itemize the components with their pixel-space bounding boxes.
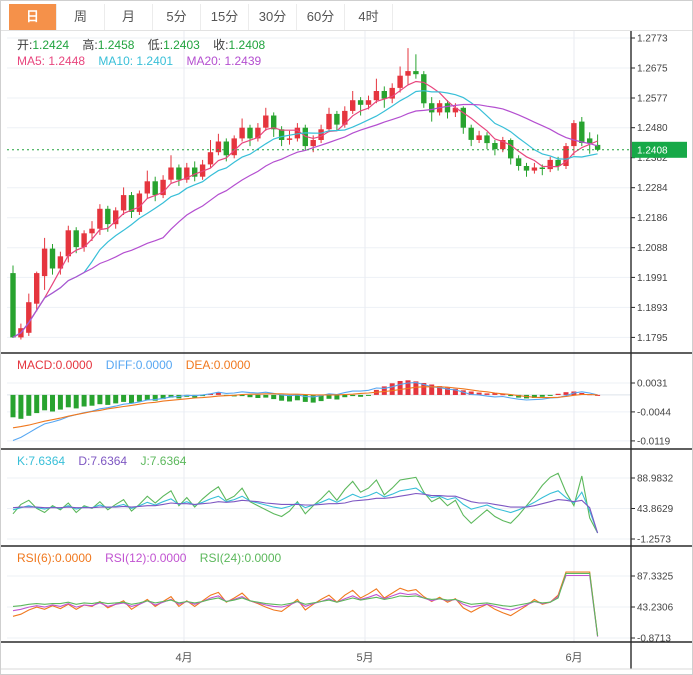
main-axis-ticks: 1.27731.26751.25771.24801.23821.22841.21… bbox=[631, 34, 668, 344]
tab-15min[interactable]: 15分 bbox=[201, 4, 249, 30]
tab-5min[interactable]: 5分 bbox=[153, 4, 201, 30]
main-ohlc-legend: 开:1.2424 高:1.2458 低:1.2403 收:1.2408 MA5:… bbox=[17, 37, 275, 69]
open-value: 1.2424 bbox=[32, 38, 70, 52]
ma-row: MA5: 1.2448 MA10: 1.2401 MA20: 1.2439 bbox=[17, 53, 275, 69]
svg-text:1.2577: 1.2577 bbox=[637, 94, 668, 105]
close-label: 收: bbox=[213, 38, 229, 52]
svg-text:5月: 5月 bbox=[356, 652, 373, 664]
tab-4hour[interactable]: 4时 bbox=[345, 4, 393, 30]
dea-readout: DEA:0.0000 bbox=[185, 358, 251, 372]
macd-legend: MACD:0.0000 DIFF:0.0000 DEA:0.0000 bbox=[17, 357, 260, 373]
low-value: 1.2403 bbox=[163, 38, 200, 52]
svg-text:43.8629: 43.8629 bbox=[637, 504, 674, 515]
j-readout: J:7.6364 bbox=[140, 454, 187, 468]
svg-text:6月: 6月 bbox=[565, 652, 582, 664]
svg-text:-1.2573: -1.2573 bbox=[637, 535, 671, 546]
close-value: 1.2408 bbox=[228, 38, 266, 52]
open-label: 开: bbox=[17, 38, 33, 52]
svg-text:1.2186: 1.2186 bbox=[637, 213, 668, 224]
svg-text:1.2408: 1.2408 bbox=[637, 145, 668, 156]
svg-text:-0.8713: -0.8713 bbox=[637, 634, 671, 645]
tab-week[interactable]: 周 bbox=[57, 4, 105, 30]
svg-text:1.2675: 1.2675 bbox=[637, 64, 668, 75]
tab-month[interactable]: 月 bbox=[105, 4, 153, 30]
kdj-lines bbox=[12, 472, 599, 534]
diff-readout: DIFF:0.0000 bbox=[105, 358, 173, 372]
tab-60min[interactable]: 60分 bbox=[297, 4, 345, 30]
svg-text:-0.0119: -0.0119 bbox=[637, 436, 671, 447]
svg-text:-0.0044: -0.0044 bbox=[637, 407, 671, 418]
month-labels: 4月 5月 6月 bbox=[175, 652, 582, 664]
svg-text:87.3325: 87.3325 bbox=[637, 572, 674, 583]
high-value: 1.2458 bbox=[97, 38, 135, 52]
kdj-gridlines bbox=[7, 477, 631, 540]
svg-text:0.0031: 0.0031 bbox=[637, 379, 668, 390]
low-label: 低: bbox=[147, 38, 164, 52]
macd-histogram bbox=[10, 380, 601, 419]
svg-text:1.1795: 1.1795 bbox=[637, 333, 668, 344]
d-readout: D:7.6364 bbox=[78, 454, 128, 468]
rsi-legend: RSI(6):0.0000 RSI(12):0.0000 RSI(24):0.0… bbox=[17, 550, 291, 566]
rsi12-readout: RSI(12):0.0000 bbox=[105, 551, 187, 565]
chart-canvas: 1.27731.26751.25771.24801.23821.22841.21… bbox=[1, 31, 692, 670]
kdj-legend: K:7.6364 D:7.6364 J:7.6364 bbox=[17, 453, 196, 469]
rsi-axis-ticks: 87.3325 43.2306 -0.8713 bbox=[631, 572, 674, 645]
svg-text:43.2306: 43.2306 bbox=[637, 603, 674, 614]
svg-text:1.1991: 1.1991 bbox=[637, 273, 668, 284]
ma10-readout: MA10: 1.2401 bbox=[98, 54, 174, 68]
svg-text:1.2284: 1.2284 bbox=[637, 183, 668, 194]
current-price-tag: 1.2408 bbox=[632, 141, 687, 158]
svg-text:1.1893: 1.1893 bbox=[637, 303, 668, 314]
ma5-readout: MA5: 1.2448 bbox=[17, 54, 86, 68]
svg-text:1.2480: 1.2480 bbox=[637, 123, 668, 134]
candlestick-series bbox=[10, 48, 601, 340]
high-label: 高: bbox=[82, 38, 98, 52]
macd-gridlines bbox=[7, 382, 631, 442]
tab-day[interactable]: 日 bbox=[9, 4, 57, 30]
macd-axis-ticks: 0.0031 -0.0044 -0.0119 bbox=[631, 379, 671, 447]
rsi6-readout: RSI(6):0.0000 bbox=[17, 551, 92, 565]
rsi-gridlines bbox=[7, 575, 631, 639]
ma20-readout: MA20: 1.2439 bbox=[186, 54, 262, 68]
svg-text:1.2773: 1.2773 bbox=[637, 34, 668, 45]
tab-30min[interactable]: 30分 bbox=[249, 4, 297, 30]
timeframe-tabbar: 日周月 5分 15分 30分 60分 4时 bbox=[1, 1, 692, 31]
rsi24-readout: RSI(24):0.0000 bbox=[199, 551, 282, 565]
ohlc-row: 开:1.2424 高:1.2458 低:1.2403 收:1.2408 bbox=[17, 37, 275, 53]
svg-text:88.9832: 88.9832 bbox=[637, 474, 674, 485]
trading-chart-window: 日周月 5分 15分 30分 60分 4时 1.2773 1.2675 1.2577 1.248… bbox=[0, 0, 693, 675]
kdj-axis-ticks: 88.9832 43.8629 -1.2573 bbox=[631, 474, 674, 546]
main-gridlines bbox=[7, 37, 631, 338]
svg-text:4月: 4月 bbox=[175, 652, 192, 664]
macd-readout: MACD:0.0000 bbox=[17, 358, 93, 372]
rsi-lines bbox=[12, 571, 599, 637]
k-readout: K:7.6364 bbox=[17, 454, 66, 468]
svg-text:1.2088: 1.2088 bbox=[637, 243, 668, 254]
